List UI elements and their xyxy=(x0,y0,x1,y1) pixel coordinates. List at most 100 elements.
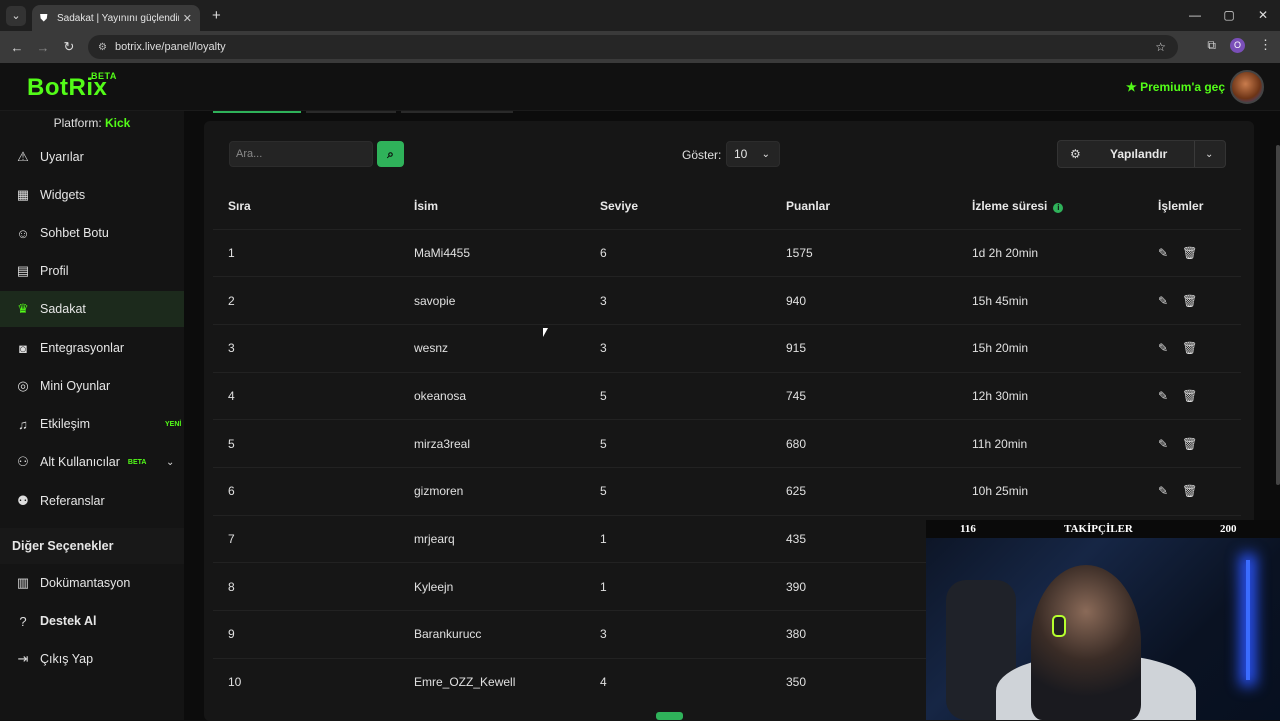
cell-points: 940 xyxy=(771,276,957,325)
edit-pencil-icon[interactable]: ✎ xyxy=(1158,389,1168,403)
tab-underline[interactable] xyxy=(306,111,396,113)
delete-trash-icon[interactable]: 🗑 xyxy=(1182,484,1197,498)
sidebar-item-label: Sadakat xyxy=(40,302,86,316)
cell-name: MaMi4455 xyxy=(399,228,585,277)
sidebar-item-profil[interactable]: ▤ Profil xyxy=(0,253,184,289)
col-actions: İşlemler xyxy=(1158,198,1204,213)
trophy-icon: ♛ xyxy=(17,301,29,316)
sidebar-item-uyarilar[interactable]: ⚠ Uyarılar xyxy=(0,139,184,175)
sidebar-item-mini-oyunlar[interactable]: ◎ Mini Oyunlar xyxy=(0,368,184,404)
search-icon: ⌕ xyxy=(387,146,394,161)
cell-points: 1575 xyxy=(771,228,957,277)
bookmark-star-icon[interactable]: ☆ xyxy=(1155,40,1166,54)
configure-dropdown-icon[interactable]: ⌄ xyxy=(1205,149,1213,160)
headphones xyxy=(1052,615,1066,637)
sidebar-item-cikis-yap[interactable]: ⇥ Çıkış Yap xyxy=(0,641,184,677)
menu-dots-icon[interactable]: ⋮ xyxy=(1259,37,1272,53)
sidebar-item-sadakat[interactable]: ♛ Sadakat xyxy=(0,291,184,327)
cell-name: mrjearq xyxy=(399,514,585,563)
maximize-icon[interactable]: ▢ xyxy=(1212,0,1246,31)
cell-name: okeanosa xyxy=(399,371,585,420)
sidebar-item-alt-kullanicilar[interactable]: ⚇ Alt Kullanıcılar BETA ⌄ xyxy=(0,444,184,480)
cell-watchtime: 15h 45min xyxy=(957,276,1143,325)
close-tab-icon[interactable]: ✕ xyxy=(183,12,192,25)
page-tabs-indicator xyxy=(213,111,513,113)
sidebar-item-etkilesim[interactable]: ♫ Etkileşim YENİ xyxy=(0,406,184,442)
cell-rank: 1 xyxy=(213,228,399,277)
delete-trash-icon[interactable]: 🗑 xyxy=(1182,294,1197,308)
streamer xyxy=(1031,565,1141,720)
cell-name: gizmoren xyxy=(399,466,585,516)
id-card-icon: ▤ xyxy=(16,263,30,278)
sidebar-item-entegrasyonlar[interactable]: ◙ Entegrasyonlar xyxy=(0,330,184,366)
new-tab-icon[interactable]: + xyxy=(212,7,221,24)
sidebar-item-sohbet-botu[interactable]: ☺ Sohbet Botu xyxy=(0,215,184,251)
sidebar-item-destek-al[interactable]: ? Destek Al xyxy=(0,603,184,639)
sidebar-item-label: Entegrasyonlar xyxy=(40,341,125,355)
profile-avatar[interactable]: O xyxy=(1230,37,1245,53)
cell-actions: ✎ 🗑 xyxy=(1143,323,1241,373)
delete-trash-icon[interactable]: 🗑 xyxy=(1182,246,1197,260)
reload-icon[interactable]: ↻ xyxy=(56,39,82,55)
col-level[interactable]: Seviye xyxy=(585,183,771,229)
tab-underline[interactable] xyxy=(401,111,513,113)
table-row: 3 wesnz 3 915 15h 20min ✎ 🗑 xyxy=(213,323,1241,373)
cell-watchtime: 15h 20min xyxy=(957,323,1143,373)
delete-trash-icon[interactable]: 🗑 xyxy=(1182,389,1197,403)
botrix-logo[interactable]: BotRix BETA xyxy=(27,71,116,102)
premium-link[interactable]: ★ Premium'a geç xyxy=(1126,80,1225,94)
info-icon[interactable]: i xyxy=(1053,202,1064,213)
pagination-indicator[interactable] xyxy=(656,712,683,720)
cell-watchtime: 11h 20min xyxy=(957,419,1143,468)
row-actions: ✎ 🗑 xyxy=(1158,389,1241,403)
sidebar-item-referanslar[interactable]: ⚉ Referanslar xyxy=(0,483,184,519)
extensions-icon[interactable]: ⧉ xyxy=(1207,38,1216,53)
edit-pencil-icon[interactable]: ✎ xyxy=(1158,437,1168,451)
search-button[interactable]: ⌕ xyxy=(377,141,404,167)
user-avatar[interactable] xyxy=(1230,70,1264,104)
other-options-heading: Diğer Seçenekler xyxy=(0,528,184,564)
cell-name: mirza3real xyxy=(399,419,585,468)
sidebar-item-dokumantasyon[interactable]: ▥ Dokümantasyon xyxy=(0,565,184,601)
url-field[interactable]: ⚙ botrix.live/panel/loyalty ☆ xyxy=(88,35,1178,59)
gamepad-icon: ◎ xyxy=(17,378,29,393)
search-input[interactable] xyxy=(229,141,373,167)
configure-button-group: ⚙ Yapılandır ⌄ xyxy=(1057,140,1226,168)
cell-name: wesnz xyxy=(399,323,585,373)
edit-pencil-icon[interactable]: ✎ xyxy=(1158,341,1168,355)
webcam-overlay: 116 TAKİPÇİLER 200 xyxy=(926,520,1280,720)
col-watchtime[interactable]: İzleme süresi i xyxy=(957,183,1143,229)
table-row: 2 savopie 3 940 15h 45min ✎ 🗑 xyxy=(213,276,1241,325)
col-points[interactable]: Puanlar xyxy=(771,183,957,229)
browser-tabstrip: ⌄ ⛊ Sadakat | Yayınını güçlendirmek ✕ + … xyxy=(0,0,1280,31)
cell-level: 1 xyxy=(585,562,771,611)
tab-active-underline[interactable] xyxy=(213,111,301,113)
site-settings-icon[interactable]: ⚙ xyxy=(98,42,107,53)
sidebar-item-label: Referanslar xyxy=(40,494,105,508)
table-row: 5 mirza3real 5 680 11h 20min ✎ 🗑 xyxy=(213,419,1241,468)
page-scrollbar[interactable] xyxy=(1276,145,1280,485)
table-row: 1 MaMi4455 6 1575 1d 2h 20min ✎ 🗑 xyxy=(213,228,1241,277)
cell-actions: ✎ 🗑 xyxy=(1143,419,1241,468)
chevron-down-icon[interactable]: ⌄ xyxy=(166,457,174,468)
delete-trash-icon[interactable]: 🗑 xyxy=(1182,437,1197,451)
edit-pencil-icon[interactable]: ✎ xyxy=(1158,484,1168,498)
back-icon[interactable]: ← xyxy=(4,40,30,55)
browser-tab[interactable]: ⛊ Sadakat | Yayınını güçlendirmek ✕ xyxy=(32,5,200,31)
page-size-select[interactable]: 10 ⌄ xyxy=(726,141,780,167)
delete-trash-icon[interactable]: 🗑 xyxy=(1182,341,1197,355)
configure-button[interactable]: Yapılandır xyxy=(1110,147,1167,161)
cell-name: Barankurucc xyxy=(399,610,585,659)
minimize-icon[interactable]: — xyxy=(1178,0,1212,31)
col-rank[interactable]: Sıra xyxy=(213,183,399,229)
edit-pencil-icon[interactable]: ✎ xyxy=(1158,246,1168,260)
forward-icon[interactable]: → xyxy=(30,40,56,55)
edit-pencil-icon[interactable]: ✎ xyxy=(1158,294,1168,308)
close-window-icon[interactable]: ✕ xyxy=(1246,0,1280,31)
window-controls: — ▢ ✕ xyxy=(1178,0,1280,31)
sidebar-item-widgets[interactable]: ▦ Widgets xyxy=(0,177,184,213)
cell-level: 5 xyxy=(585,371,771,420)
tab-search-icon[interactable]: ⌄ xyxy=(6,5,26,26)
col-name[interactable]: İsim xyxy=(399,183,585,229)
cell-level: 4 xyxy=(585,657,771,706)
